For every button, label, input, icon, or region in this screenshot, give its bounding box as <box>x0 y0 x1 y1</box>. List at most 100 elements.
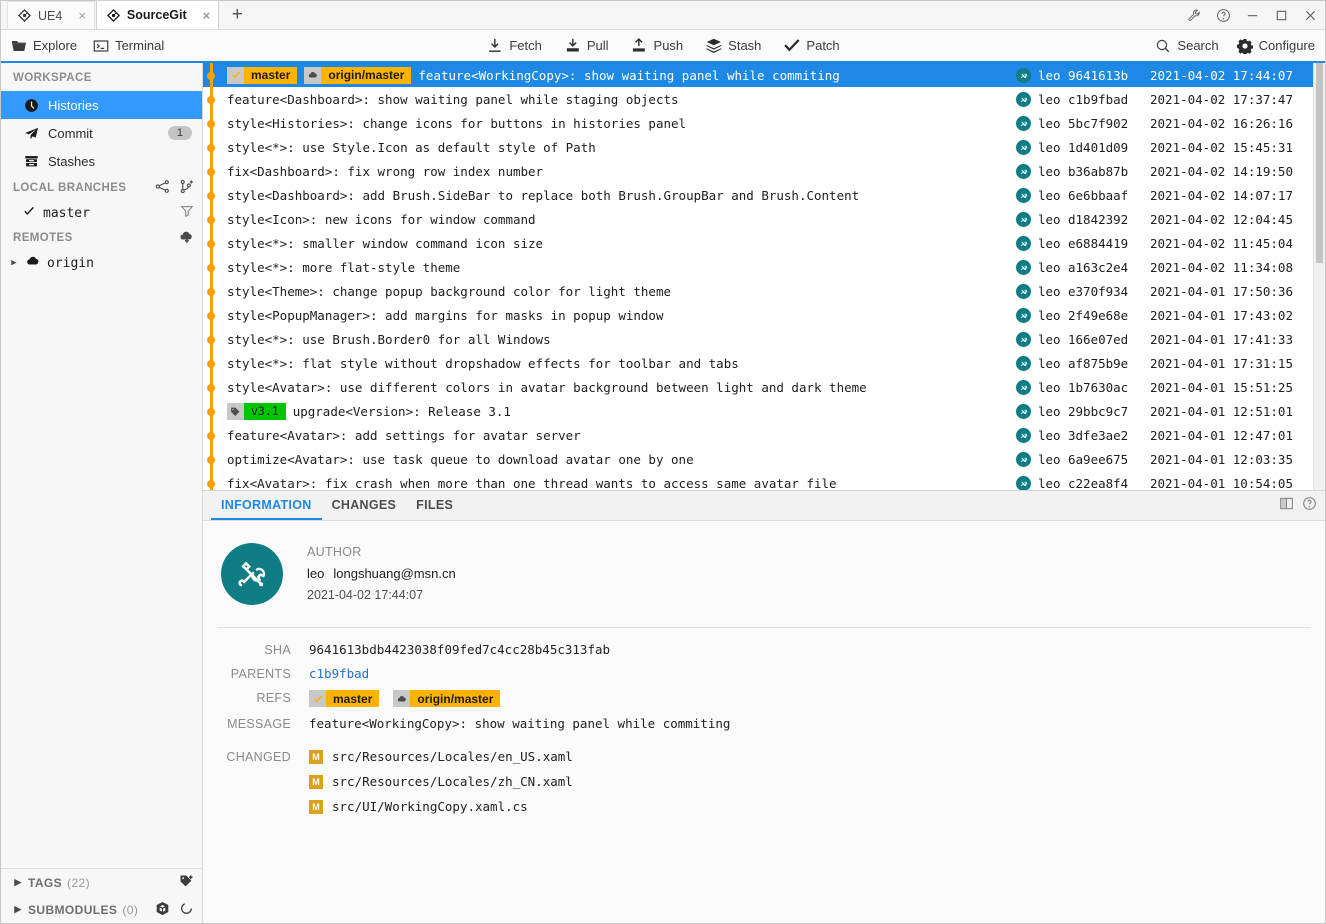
changed-file-row[interactable]: Msrc/Resources/Locales/zh_CN.xaml <box>309 774 573 789</box>
split-view-icon[interactable] <box>1279 496 1294 516</box>
tab-files[interactable]: FILES <box>406 491 463 520</box>
commit-graph-cell <box>203 87 219 111</box>
terminal-icon <box>93 38 109 54</box>
wrench-icon[interactable] <box>1180 1 1209 30</box>
changed-file-row[interactable]: Msrc/Resources/Locales/en_US.xaml <box>309 749 573 764</box>
commit-row[interactable]: style<*>: more flat-style theme leo a163c2… <box>203 255 1313 279</box>
close-icon[interactable]: × <box>203 9 211 22</box>
file-path: src/Resources/Locales/en_US.xaml <box>332 749 573 764</box>
sidebar-item-histories[interactable]: Histories <box>1 91 202 119</box>
commit-list-scrollbar[interactable] <box>1313 63 1325 490</box>
tab-sourcegit[interactable]: SourceGit × <box>95 0 220 29</box>
commit-row[interactable]: fix<Dashboard>: fix wrong row index numb… <box>203 159 1313 183</box>
close-icon[interactable] <box>1296 1 1325 30</box>
changed-file-row[interactable]: Msrc/UI/WorkingCopy.xaml.cs <box>309 799 573 814</box>
maximize-icon[interactable] <box>1267 1 1296 30</box>
remotes-group-header: REMOTES <box>1 225 202 251</box>
sidebar-item-commit[interactable]: Commit 1 <box>1 119 202 147</box>
commit-row[interactable]: feature<Dashboard>: show waiting panel w… <box>203 87 1313 111</box>
fetch-icon <box>486 37 503 54</box>
refresh-icon[interactable] <box>179 901 194 919</box>
commit-row[interactable]: style<*>: smaller window command icon si… <box>203 231 1313 255</box>
sidebar-item-stashes[interactable]: Stashes <box>1 147 202 175</box>
commit-row[interactable]: feature<Avatar>: add settings for avatar… <box>203 423 1313 447</box>
commit-row[interactable]: style<Avatar>: use different colors in a… <box>203 375 1313 399</box>
help-icon[interactable] <box>1302 496 1317 516</box>
submodules-group-header[interactable]: ▶ SUBMODULES (0) <box>1 896 202 923</box>
chevron-right-icon[interactable]: ▶ <box>9 258 19 268</box>
fetch-button[interactable]: Fetch <box>486 37 542 54</box>
commit-graph-cell <box>203 255 219 279</box>
remote-origin-row[interactable]: ▶ origin <box>1 251 202 275</box>
ref-branch-master: master <box>309 690 380 707</box>
new-branch-icon[interactable] <box>179 179 194 197</box>
commit-row[interactable]: fix<Avatar>: fix crash when more than on… <box>203 471 1313 490</box>
commit-row[interactable]: style<Histories>: change icons for butto… <box>203 111 1313 135</box>
commit-author-cell: leo <box>1016 355 1068 371</box>
explore-button[interactable]: Explore <box>11 38 77 54</box>
sha-value: 9641613bdb4423038f09fed7c4cc28b45c313fab <box>309 642 611 657</box>
new-tab-button[interactable]: + <box>220 1 254 29</box>
commit-row[interactable]: style<Dashboard>: add Brush.SideBar to r… <box>203 183 1313 207</box>
commit-author-name: leo <box>1038 115 1061 131</box>
commit-row[interactable]: v3.1 upgrade<Version>: Release 3.1 leo 29bb… <box>203 399 1313 423</box>
add-remote-icon[interactable] <box>179 229 194 247</box>
commit-author-cell: leo <box>1016 235 1068 251</box>
close-icon[interactable]: × <box>78 9 86 22</box>
commit-row[interactable]: style<*>: use Brush.Border0 for all Wind… <box>203 327 1313 351</box>
push-icon <box>631 37 648 54</box>
remotes-actions <box>179 229 194 247</box>
remote-name: origin <box>47 255 94 271</box>
commit-row[interactable]: style<Icon>: new icons for window comman… <box>203 207 1313 231</box>
tab-changes[interactable]: CHANGES <box>322 491 407 520</box>
commit-row[interactable]: master origin/master feature<WorkingCopy>:… <box>203 63 1313 87</box>
repository-tab-strip: UE4 × SourceGit × + <box>1 0 254 29</box>
parent-sha-link[interactable]: c1b9fbad <box>309 666 369 681</box>
remotes-title: REMOTES <box>13 232 73 244</box>
new-tag-icon[interactable] <box>179 874 194 892</box>
search-button[interactable]: Search <box>1155 38 1219 54</box>
branch-row-master[interactable]: master <box>1 201 202 225</box>
commit-row[interactable]: style<*>: flat style without dropshadow … <box>203 351 1313 375</box>
pull-button[interactable]: Pull <box>564 37 609 54</box>
cube-icon[interactable] <box>155 901 170 919</box>
push-button[interactable]: Push <box>631 37 683 54</box>
tags-group-header[interactable]: ▶ TAGS (22) <box>1 869 202 896</box>
commit-subject-cell: feature<Dashboard>: show waiting panel w… <box>219 92 1016 107</box>
minimize-icon[interactable] <box>1238 1 1267 30</box>
author-time: 2021-04-02 17:44:07 <box>307 588 424 602</box>
commit-row[interactable]: style<PopupManager>: add margins for mas… <box>203 303 1313 327</box>
commit-graph-cell <box>203 63 219 87</box>
avatar <box>1016 331 1031 347</box>
graph-commit-dot <box>207 360 215 368</box>
configure-button[interactable]: Configure <box>1236 38 1315 54</box>
decorator-name: v3.1 <box>244 402 286 420</box>
commit-subject: style<Avatar>: use different colors in a… <box>227 379 867 395</box>
pull-icon <box>564 37 581 54</box>
tab-ue4[interactable]: UE4 × <box>7 1 95 29</box>
commit-subject-cell: style<PopupManager>: add margins for mas… <box>219 308 1016 323</box>
chevron-right-icon[interactable]: ▶ <box>13 877 23 888</box>
decorator-name: origin/master <box>321 66 412 84</box>
commit-author-name: leo <box>1038 427 1061 443</box>
commit-row[interactable]: optimize<Avatar>: use task queue to down… <box>203 447 1313 471</box>
patch-button[interactable]: Patch <box>783 37 840 54</box>
filter-icon[interactable] <box>180 204 194 222</box>
commit-time: 2021-04-02 17:44:07 <box>1150 67 1293 83</box>
commit-history-list[interactable]: master origin/master feature<WorkingCopy>:… <box>203 63 1325 491</box>
scrollbar-thumb[interactable] <box>1316 63 1323 263</box>
cloud-icon <box>393 690 411 707</box>
tab-information[interactable]: INFORMATION <box>211 491 322 520</box>
commit-subject: optimize<Avatar>: use task queue to down… <box>227 451 694 467</box>
commit-author-cell: leo <box>1016 427 1068 443</box>
stash-button[interactable]: Stash <box>705 37 761 54</box>
commit-graph-cell <box>203 399 219 423</box>
commit-row[interactable]: style<Theme>: change popup background co… <box>203 279 1313 303</box>
help-icon[interactable] <box>1209 1 1238 30</box>
commit-row[interactable]: style<*>: use Style.Icon as default styl… <box>203 135 1313 159</box>
archive-icon <box>23 154 39 169</box>
chevron-right-icon[interactable]: ▶ <box>13 904 23 915</box>
commit-author-cell: leo <box>1016 187 1068 203</box>
terminal-button[interactable]: Terminal <box>93 38 164 54</box>
compare-icon[interactable] <box>155 179 170 197</box>
